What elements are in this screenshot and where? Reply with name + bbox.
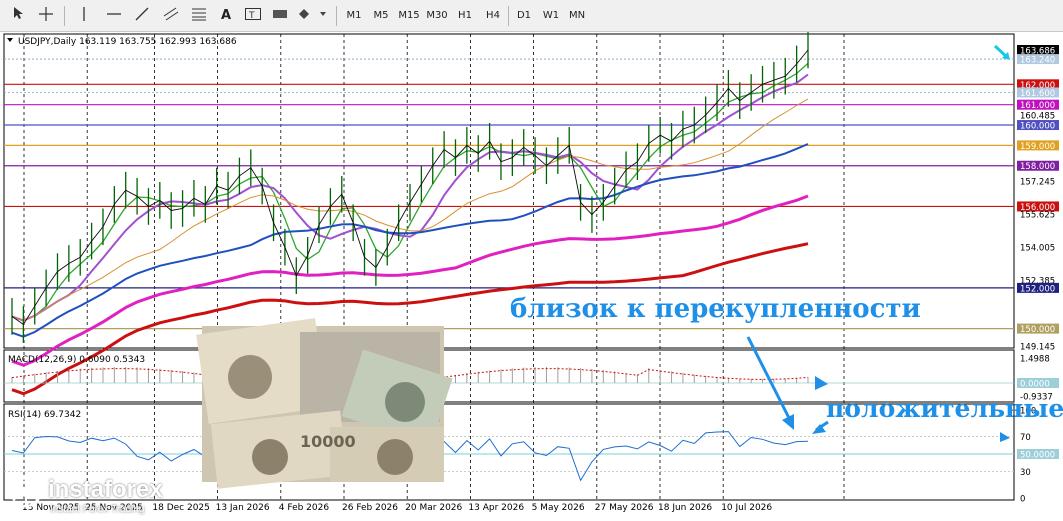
- positive-annotation: положительные: [826, 394, 1063, 423]
- y-tick-label: 160.000: [1020, 122, 1055, 132]
- y-tick-label: 149.145: [1020, 343, 1055, 353]
- timeframe-h4[interactable]: H4: [480, 6, 506, 26]
- x-tick-label: 20 Mar 2026: [405, 503, 462, 513]
- macd-label: MACD(12,26,9) 0.6090 0.5343: [8, 355, 145, 365]
- y-tick-label: 158.000: [1020, 162, 1055, 172]
- shapes-dropdown-icon[interactable]: [296, 6, 330, 26]
- rectangle-icon[interactable]: [270, 6, 290, 26]
- rsi-tick-label: 70: [1020, 433, 1031, 443]
- x-tick-label: 13 Jan 2026: [216, 503, 270, 513]
- timeframe-m30[interactable]: M30: [424, 6, 450, 26]
- banknotes-photo: 10000: [196, 318, 453, 489]
- crosshair-icon[interactable]: [36, 6, 56, 26]
- chart-svg: 1.49880.0000-0.9337 1007050.0000300 163.…: [0, 31, 1063, 518]
- timeframe-m15[interactable]: M15: [396, 6, 422, 26]
- y-tick-label: 157.245: [1020, 178, 1055, 188]
- toolbar-separator: [64, 6, 65, 26]
- timeframe-d1[interactable]: D1: [511, 6, 537, 26]
- instaforex-logo-icon: [10, 476, 42, 508]
- x-tick-label: 5 May 2026: [532, 503, 585, 513]
- rsi-tick-label: 50.0000: [1020, 451, 1055, 461]
- rsi-tick-label: 0: [1020, 495, 1025, 505]
- x-tick-label: 26 Feb 2026: [342, 503, 398, 513]
- toolbar-separator: [508, 6, 509, 26]
- instaforex-brand: instaforex: [48, 476, 163, 503]
- y-tick-label: 161.600: [1020, 89, 1055, 99]
- cursor-arrow-icon[interactable]: [8, 6, 28, 26]
- text-label-icon[interactable]: T: [242, 6, 264, 26]
- x-tick-label: 10 Jul 2026: [721, 503, 772, 513]
- rsi-tick-label: 30: [1020, 468, 1031, 478]
- timeframe-mn[interactable]: MN: [564, 6, 590, 26]
- x-tick-label: 27 May 2026: [595, 503, 654, 513]
- y-tick-label: 150.000: [1020, 325, 1055, 335]
- svg-text:T: T: [248, 11, 255, 21]
- y-tick-label: 152.000: [1020, 284, 1055, 294]
- y-tick-label: 155.625: [1020, 211, 1055, 221]
- y-tick-label: 163.240: [1020, 56, 1055, 66]
- rsi-label: RSI(14) 69.7342: [8, 410, 81, 420]
- toolbar-separator: [336, 6, 337, 26]
- overbought-annotation: близок к перекупленности: [510, 294, 921, 324]
- timeframe-m5[interactable]: M5: [368, 6, 394, 26]
- y-tick-label: 161.000: [1020, 101, 1055, 111]
- instaforex-logo: instaforex Instant Forex Trading: [6, 472, 196, 518]
- trendline-icon[interactable]: [132, 6, 152, 26]
- instaforex-tagline: Instant Forex Trading: [50, 504, 145, 515]
- x-tick-label: 4 Feb 2026: [279, 503, 330, 513]
- symbol-header: USDJPY,Daily 163.119 163.755 162.993 163…: [18, 37, 237, 47]
- chart-area[interactable]: 1.4988 0.0000 -0.9337 100 70 50.0000 30 0 163.…: [0, 31, 1063, 518]
- vertical-line-icon[interactable]: [76, 6, 92, 26]
- horizontal-line-icon[interactable]: [104, 6, 124, 26]
- x-tick-label: 13 Apr 2026: [468, 503, 524, 513]
- toolbar: A T M1 M5 M15 M30 H1 H4 D1 W1 MN: [0, 0, 1063, 32]
- fibonacci-icon[interactable]: [188, 6, 210, 26]
- x-tick-label: 18 Jun 2026: [658, 503, 712, 513]
- macd-tick-label: 0.0000: [1020, 380, 1050, 390]
- text-tool-icon[interactable]: A: [216, 6, 236, 26]
- timeframe-m1[interactable]: M1: [341, 6, 367, 26]
- timeframe-h1[interactable]: H1: [452, 6, 478, 26]
- y-tick-label: 159.000: [1020, 142, 1055, 152]
- macd-tick-label: 1.4988: [1020, 355, 1050, 365]
- svg-text:10000: 10000: [300, 432, 356, 451]
- y-tick-label: 154.005: [1020, 244, 1055, 254]
- timeframe-w1[interactable]: W1: [538, 6, 564, 26]
- channel-icon[interactable]: [160, 6, 182, 26]
